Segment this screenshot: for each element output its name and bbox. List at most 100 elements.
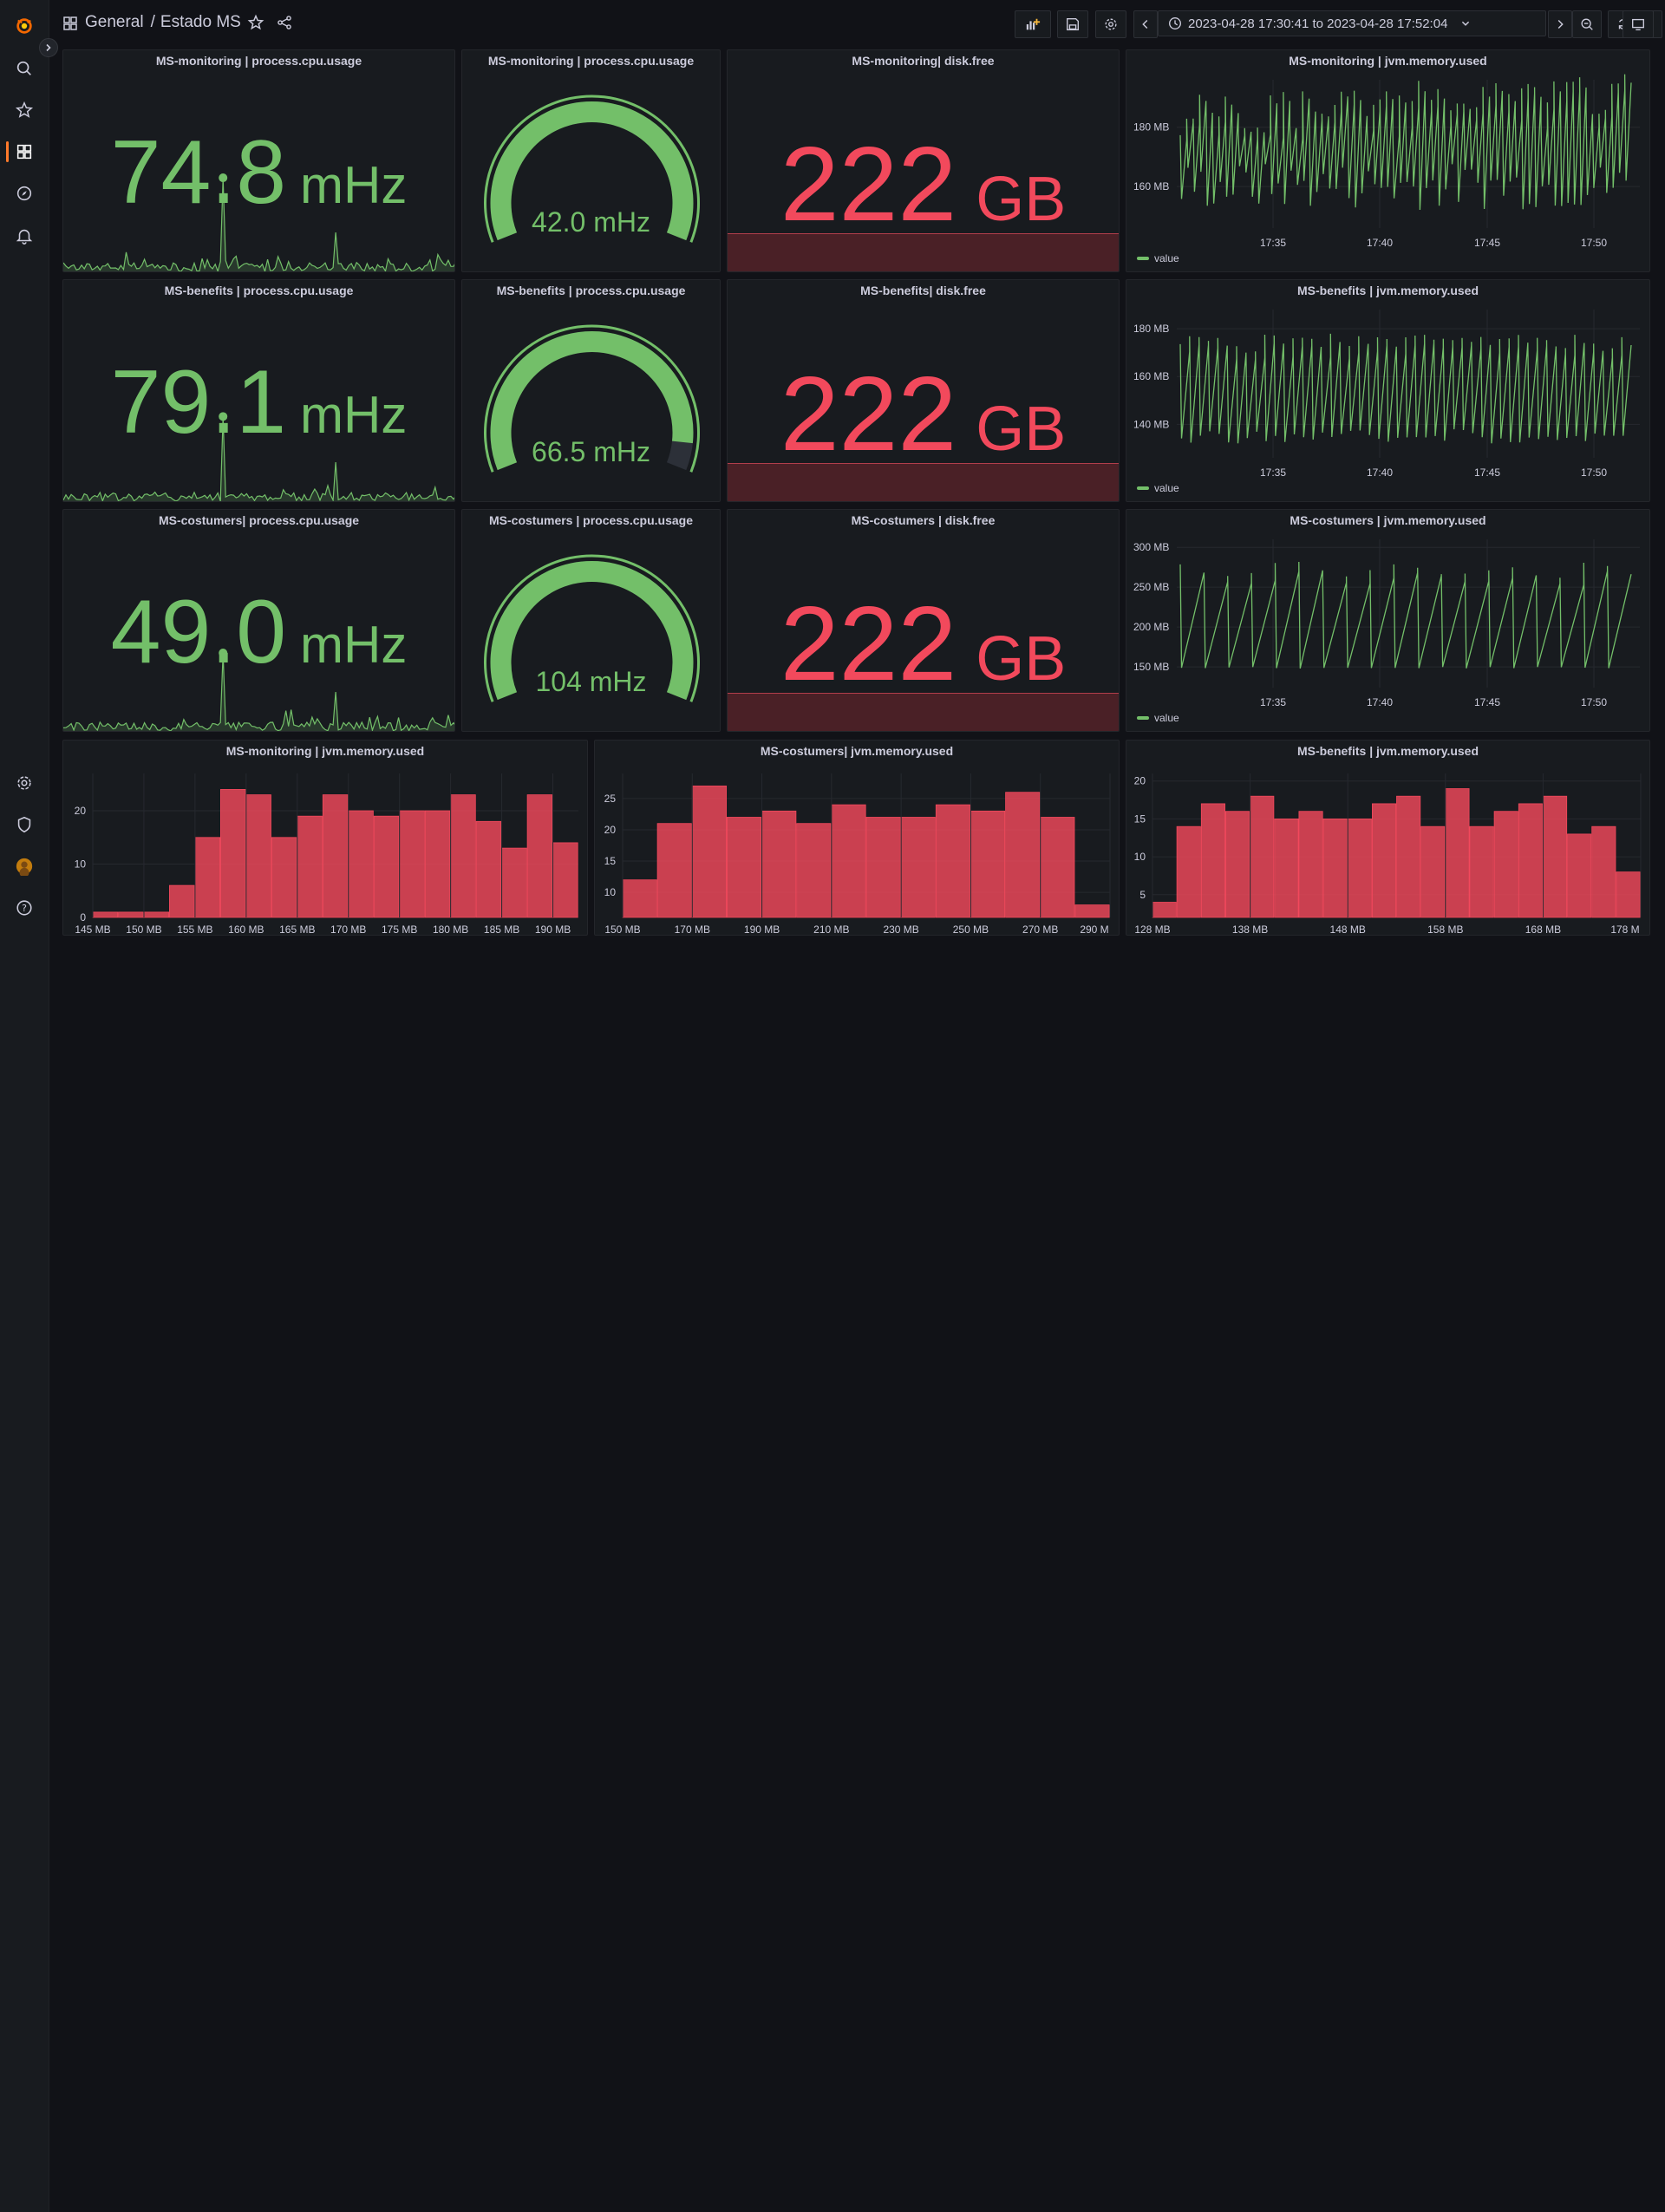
settings-icon[interactable] — [10, 769, 38, 797]
histogram-bar — [501, 847, 527, 918]
y-tick-label: 25 — [604, 793, 617, 805]
histogram-bar — [1396, 795, 1421, 918]
gauge-panel-monitoring[interactable]: MS-monitoring | process.cpu.usage 42.0 m… — [461, 49, 721, 272]
gauge — [484, 554, 700, 702]
chevron-down-icon — [1462, 21, 1470, 26]
help-icon[interactable]: ? — [10, 894, 38, 922]
x-tick-label: 17:45 — [1474, 696, 1500, 708]
histogram-panel-monitoring[interactable]: MS-monitoring | jvm.memory.used 0 10 20 145… — [62, 740, 588, 936]
clock-icon — [1169, 17, 1181, 29]
legend-item[interactable]: value — [1137, 712, 1179, 724]
legend-label: value — [1154, 712, 1179, 724]
cpu-stat-panel-monitoring[interactable]: MS-monitoring | process.cpu.usage 74.8 mH… — [62, 49, 455, 272]
cpu-stat-panel-costumers[interactable]: MS-costumers| process.cpu.usage 49.0 mHz — [62, 509, 455, 732]
panel-title[interactable]: MS-benefits| disk.free — [728, 284, 1119, 297]
add-panel-button[interactable] — [1015, 10, 1051, 38]
histogram-panel-benefits[interactable]: MS-benefits | jvm.memory.used 5 10 15 20 128… — [1126, 740, 1650, 936]
save-dashboard-button[interactable] — [1057, 10, 1088, 38]
x-tick-label: 17:45 — [1474, 237, 1500, 249]
y-tick-label: 15 — [1134, 812, 1146, 825]
x-tick-label: 190 MB — [535, 923, 571, 936]
stat-value: 79.1 mHz — [63, 351, 454, 454]
x-tick-label: 17:40 — [1367, 237, 1393, 249]
histogram-bar — [691, 786, 728, 918]
timeseries-panel-benefits[interactable]: MS-benefits | jvm.memory.used 140 MB 160 … — [1126, 279, 1650, 502]
histogram-bar — [761, 810, 797, 918]
dashboards-icon[interactable] — [10, 138, 38, 166]
y-tick-label: 10 — [604, 886, 617, 898]
chevron-right-icon — [1557, 19, 1564, 29]
dashboard-settings-button[interactable] — [1095, 10, 1126, 38]
time-shift-back-button[interactable] — [1133, 10, 1158, 38]
y-tick-label: 20 — [1134, 775, 1146, 787]
histogram-bar — [1616, 871, 1641, 918]
tv-mode-button[interactable] — [1623, 10, 1654, 38]
star-icon[interactable] — [247, 14, 264, 31]
x-tick-label: 180 MB — [433, 923, 468, 936]
x-tick-label: 185 MB — [484, 923, 519, 936]
legend-item[interactable]: value — [1137, 482, 1179, 494]
explore-icon[interactable] — [10, 179, 38, 207]
legend-item[interactable]: value — [1137, 252, 1179, 264]
histogram-panel-costumers[interactable]: MS-costumers| jvm.memory.used 10 15 20 25 15… — [594, 740, 1120, 936]
histogram-bar — [552, 842, 578, 918]
x-tick-label: 170 MB — [330, 923, 366, 936]
panel-title[interactable]: MS-monitoring| disk.free — [728, 54, 1119, 68]
x-tick-label: 148 MB — [1330, 923, 1366, 936]
disk-stat-panel-monitoring[interactable]: MS-monitoring| disk.free 222 GB — [727, 49, 1120, 272]
histogram-bar — [1322, 819, 1348, 918]
histogram-chart: 5 10 15 20 128 MB 138 MB 148 MB 158 MB 168 MB 178… — [1134, 773, 1642, 936]
gauge-panel-benefits[interactable]: MS-benefits | process.cpu.usage 66.5 mHz — [461, 279, 721, 502]
x-tick-label: 250 MB — [953, 923, 989, 936]
time-range-text: 2023-04-28 17:30:41 to 2023-04-28 17:52:… — [1188, 16, 1448, 31]
gauge-value: 42.0 mHz — [532, 206, 650, 238]
histogram-bar — [1469, 825, 1494, 918]
alerting-icon[interactable] — [10, 222, 38, 250]
x-tick-label: 165 MB — [279, 923, 315, 936]
grafana-logo[interactable] — [10, 12, 38, 40]
dashboard-title[interactable]: Estado MS — [160, 13, 241, 31]
y-tick-label: 20 — [604, 824, 617, 836]
shield-icon[interactable] — [10, 811, 38, 838]
histogram-bar — [373, 815, 400, 918]
y-tick-label: 0 — [80, 911, 86, 923]
histogram-bar — [1420, 825, 1446, 918]
breadcrumb-folder[interactable]: General — [85, 13, 144, 31]
x-tick-label: 178 M — [1610, 923, 1639, 936]
add-panel-icon — [1026, 18, 1041, 30]
histogram-bar — [297, 815, 323, 918]
tv-mode-icon — [1632, 18, 1644, 30]
x-tick-label: 17:35 — [1260, 237, 1286, 249]
dashboard-navbar: General / Estado MS 2023-04-28 17:30:41 to… — [49, 0, 1665, 49]
stat-unit: mHz — [300, 156, 408, 214]
stat-value: 222 GB — [728, 123, 1119, 245]
x-tick-label: 17:50 — [1581, 696, 1607, 708]
histogram-bar — [1225, 811, 1250, 918]
share-icon[interactable] — [276, 14, 293, 31]
settings-icon — [1105, 18, 1117, 30]
cpu-stat-panel-benefits[interactable]: MS-benefits | process.cpu.usage 79.1 mHz — [62, 279, 455, 502]
histogram-bar — [1274, 819, 1299, 918]
time-picker-button[interactable]: 2023-04-28 17:30:41 to 2023-04-28 17:52:… — [1158, 10, 1546, 36]
avatar[interactable] — [10, 852, 38, 880]
gauge-panel-costumers[interactable]: MS-costumers | process.cpu.usage 104 mHz — [461, 509, 721, 732]
disk-stat-panel-benefits[interactable]: MS-benefits| disk.free 222 GB — [727, 279, 1120, 502]
time-shift-forward-button[interactable] — [1548, 10, 1572, 38]
histogram-bar — [1074, 904, 1110, 918]
timeseries-panel-costumers[interactable]: MS-costumers | jvm.memory.used 150 MB 200… — [1126, 509, 1650, 732]
x-tick-label: 17:40 — [1367, 467, 1393, 479]
search-icon[interactable] — [10, 55, 38, 82]
histogram-bar — [831, 804, 866, 918]
histogram-bar — [1542, 795, 1568, 918]
panel-title[interactable]: MS-costumers | disk.free — [728, 513, 1119, 527]
y-tick-label: 180 MB — [1133, 323, 1169, 335]
timeseries-panel-monitoring[interactable]: MS-monitoring | jvm.memory.used 160 MB 18… — [1126, 49, 1650, 272]
gauge — [484, 95, 700, 243]
x-tick-label: 170 MB — [675, 923, 710, 936]
y-tick-label: 5 — [1139, 889, 1146, 901]
star-icon[interactable] — [10, 96, 38, 124]
svg-text:?: ? — [22, 903, 27, 914]
stat-unit: mHz — [300, 386, 408, 444]
disk-stat-panel-costumers[interactable]: MS-costumers | disk.free 222 GB — [727, 509, 1120, 732]
zoom-out-button[interactable] — [1572, 10, 1602, 38]
